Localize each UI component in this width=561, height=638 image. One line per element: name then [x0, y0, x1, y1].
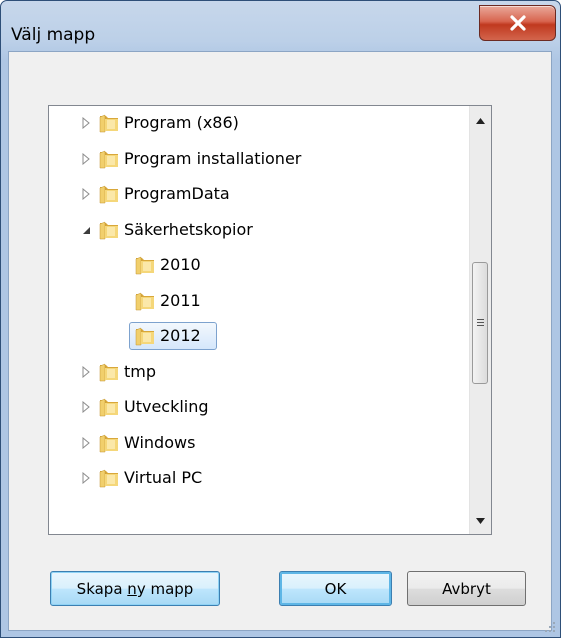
folder-icon: [135, 256, 154, 275]
scroll-down-button[interactable]: [470, 510, 491, 532]
tree-item-label: tmp: [124, 361, 157, 381]
folder-icon: [99, 185, 118, 204]
folder-icon: [135, 327, 154, 346]
tree-item[interactable]: tmp: [49, 358, 469, 386]
new-folder-mnemonic: n: [127, 579, 137, 598]
tree-item-label: Säkerhetskopior: [124, 219, 253, 239]
arrow-down-icon: [476, 518, 485, 524]
triangle-down-icon[interactable]: [80, 224, 92, 236]
cancel-label: Avbryt: [442, 579, 491, 598]
triangle-right-icon[interactable]: [80, 365, 92, 378]
tree-item-label: Windows: [124, 432, 196, 452]
scroll-up-button[interactable]: [470, 110, 491, 132]
folder-icon: [99, 114, 118, 133]
folder-tree[interactable]: Program (x86) Program installationer Progr…: [48, 105, 492, 535]
title-bar[interactable]: Välj mapp: [1, 1, 560, 53]
folder-icon: [99, 221, 118, 239]
triangle-right-icon[interactable]: [80, 401, 92, 413]
tree-item-label: 2011: [160, 290, 201, 310]
tree-item[interactable]: Program installationer: [49, 145, 469, 173]
grip-line: [477, 325, 484, 326]
cancel-button[interactable]: Avbryt: [407, 571, 526, 606]
arrow-up-icon: [476, 118, 485, 124]
folder-icon: [99, 363, 118, 381]
folder-icon: [99, 434, 118, 452]
window-title: Välj mapp: [11, 25, 96, 45]
tree-item[interactable]: Virtual PC: [49, 464, 469, 492]
close-button[interactable]: [479, 5, 556, 41]
tree-item-label: Utveckling: [124, 397, 209, 416]
tree-item[interactable]: Windows: [49, 429, 469, 457]
new-folder-label-suffix: y mapp: [136, 579, 194, 598]
grip-line: [477, 322, 484, 323]
ok-button[interactable]: OK: [279, 571, 392, 606]
resize-grip-icon[interactable]: [542, 619, 556, 633]
tree-item[interactable]: 2010: [49, 251, 469, 279]
new-folder-button[interactable]: Skapa ny mapp: [50, 571, 220, 606]
triangle-right-icon[interactable]: [80, 188, 92, 200]
new-folder-label-prefix: Skapa: [76, 579, 128, 598]
triangle-right-icon[interactable]: [80, 152, 92, 165]
folder-icon: [99, 150, 118, 168]
folder-icon: [135, 292, 154, 310]
triangle-right-icon[interactable]: [80, 436, 92, 449]
grip-line: [477, 319, 484, 320]
tree-item-label: Program (x86): [124, 113, 239, 132]
tree-item[interactable]: Program (x86): [49, 109, 469, 137]
tree-item-label: 2012: [160, 326, 201, 345]
tree-item[interactable]: ProgramData: [49, 180, 469, 208]
tree-item-label: Virtual PC: [124, 468, 203, 487]
folder-icon: [99, 398, 118, 417]
folder-icon: [99, 469, 118, 488]
ok-label: OK: [324, 579, 347, 598]
triangle-right-icon[interactable]: [80, 472, 92, 484]
folder-picker-dialog: Välj mapp Program (x86) Program installat…: [0, 0, 561, 638]
tree-item-label: 2010: [160, 255, 201, 274]
tree-item[interactable]: Säkerhetskopior: [49, 216, 469, 244]
tree-item-label: ProgramData: [124, 184, 230, 203]
tree-item-label: Program installationer: [124, 148, 302, 168]
triangle-right-icon[interactable]: [80, 117, 92, 129]
tree-item[interactable]: 2012: [49, 322, 469, 350]
vertical-scrollbar[interactable]: [469, 106, 491, 534]
tree-item[interactable]: Utveckling: [49, 393, 469, 421]
close-icon: [509, 15, 526, 31]
scrollbar-thumb[interactable]: [472, 262, 488, 384]
tree-item[interactable]: 2011: [49, 287, 469, 315]
